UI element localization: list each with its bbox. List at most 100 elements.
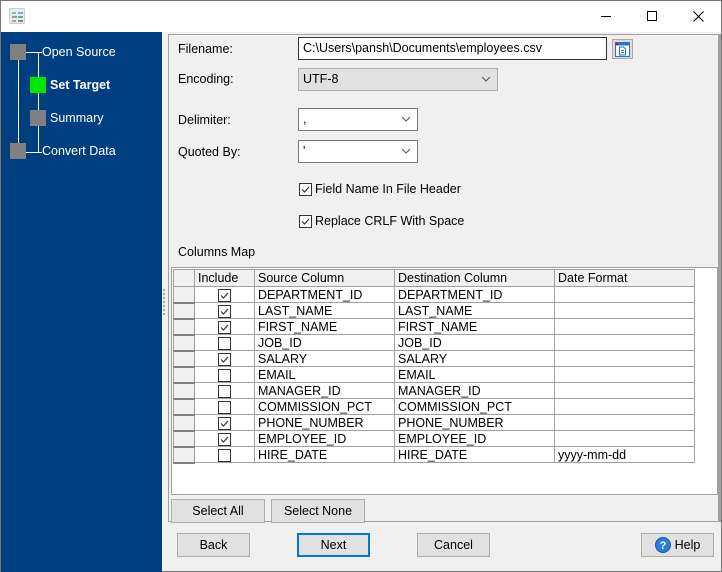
help-button[interactable]: ? Help xyxy=(641,533,714,557)
destination-column-cell[interactable]: HIRE_DATE xyxy=(394,446,555,463)
table-row[interactable]: EMAIL EMAIL xyxy=(173,366,695,384)
source-column-cell[interactable]: JOB_ID xyxy=(254,334,395,351)
source-column-cell[interactable]: EMPLOYEE_ID xyxy=(254,430,395,447)
include-cell[interactable] xyxy=(194,382,255,399)
include-checkbox[interactable] xyxy=(218,288,231,302)
table-row[interactable]: JOB_ID JOB_ID xyxy=(173,334,695,352)
table-row[interactable]: HIRE_DATE HIRE_DATE yyyy-mm-dd xyxy=(173,446,695,464)
back-button[interactable]: Back xyxy=(177,533,250,557)
title-bar[interactable] xyxy=(1,1,721,32)
row-header[interactable] xyxy=(173,318,195,336)
include-cell[interactable] xyxy=(194,334,255,351)
destination-column-cell[interactable]: FIRST_NAME xyxy=(394,318,555,335)
row-header[interactable] xyxy=(173,286,195,304)
cancel-button[interactable]: Cancel xyxy=(417,533,490,557)
destination-column-cell[interactable]: COMMISSION_PCT xyxy=(394,398,555,415)
include-checkbox[interactable] xyxy=(218,304,231,318)
source-column-cell[interactable]: COMMISSION_PCT xyxy=(254,398,395,415)
close-button[interactable] xyxy=(675,1,721,32)
date-format-cell[interactable] xyxy=(554,286,695,303)
include-checkbox[interactable] xyxy=(218,384,231,398)
filename-input[interactable]: C:\Users\pansh\Documents\employees.csv xyxy=(298,37,607,60)
include-checkbox[interactable] xyxy=(218,432,231,446)
source-column-cell[interactable]: LAST_NAME xyxy=(254,302,395,319)
include-checkbox[interactable] xyxy=(218,352,231,366)
include-checkbox[interactable] xyxy=(218,368,231,382)
include-cell[interactable] xyxy=(194,318,255,335)
table-row[interactable]: EMPLOYEE_ID EMPLOYEE_ID xyxy=(173,430,695,448)
destination-column-cell[interactable]: MANAGER_ID xyxy=(394,382,555,399)
columns-map-grid[interactable]: Include Source Column Destination Column… xyxy=(171,267,718,495)
quoted-by-select[interactable]: ' xyxy=(298,140,418,163)
date-format-cell[interactable] xyxy=(554,334,695,351)
date-format-cell[interactable] xyxy=(554,414,695,431)
minimize-button[interactable] xyxy=(583,1,629,32)
include-cell[interactable] xyxy=(194,446,255,463)
select-none-button[interactable]: Select None xyxy=(271,499,365,523)
include-cell[interactable] xyxy=(194,430,255,447)
next-button[interactable]: Next xyxy=(297,533,370,557)
delimiter-select[interactable]: , xyxy=(298,108,418,131)
row-header[interactable] xyxy=(173,382,195,400)
destination-column-cell[interactable]: EMPLOYEE_ID xyxy=(394,430,555,447)
row-header[interactable] xyxy=(173,414,195,432)
row-header[interactable] xyxy=(173,350,195,368)
include-checkbox[interactable] xyxy=(218,416,231,430)
maximize-button[interactable] xyxy=(629,1,675,32)
source-column-cell[interactable]: HIRE_DATE xyxy=(254,446,395,463)
destination-column-cell[interactable]: PHONE_NUMBER xyxy=(394,414,555,431)
column-header-include[interactable]: Include xyxy=(194,269,255,287)
row-header[interactable] xyxy=(173,302,195,320)
destination-column-cell[interactable]: LAST_NAME xyxy=(394,302,555,319)
select-all-button[interactable]: Select All xyxy=(171,499,265,523)
date-format-cell[interactable] xyxy=(554,430,695,447)
source-column-cell[interactable]: EMAIL xyxy=(254,366,395,383)
field-name-header-label[interactable]: Field Name In File Header xyxy=(315,182,461,196)
source-column-cell[interactable]: DEPARTMENT_ID xyxy=(254,286,395,303)
destination-column-cell[interactable]: DEPARTMENT_ID xyxy=(394,286,555,303)
destination-column-cell[interactable]: JOB_ID xyxy=(394,334,555,351)
date-format-cell[interactable] xyxy=(554,318,695,335)
source-column-cell[interactable]: MANAGER_ID xyxy=(254,382,395,399)
include-cell[interactable] xyxy=(194,302,255,319)
include-checkbox[interactable] xyxy=(218,320,231,334)
include-cell[interactable] xyxy=(194,414,255,431)
row-header[interactable] xyxy=(173,334,195,352)
splitter-grip[interactable] xyxy=(163,289,166,317)
include-checkbox[interactable] xyxy=(218,448,231,462)
column-header-destination[interactable]: Destination Column xyxy=(394,269,555,287)
include-cell[interactable] xyxy=(194,366,255,383)
table-row[interactable]: DEPARTMENT_ID DEPARTMENT_ID xyxy=(173,286,695,304)
source-column-cell[interactable]: PHONE_NUMBER xyxy=(254,414,395,431)
source-column-cell[interactable]: FIRST_NAME xyxy=(254,318,395,335)
date-format-cell[interactable] xyxy=(554,382,695,399)
destination-column-cell[interactable]: EMAIL xyxy=(394,366,555,383)
date-format-cell[interactable] xyxy=(554,302,695,319)
row-header[interactable] xyxy=(173,430,195,448)
browse-file-button[interactable] xyxy=(612,39,633,59)
table-row[interactable]: COMMISSION_PCT COMMISSION_PCT xyxy=(173,398,695,416)
table-row[interactable]: LAST_NAME LAST_NAME xyxy=(173,302,695,320)
date-format-cell[interactable] xyxy=(554,366,695,383)
table-row[interactable]: FIRST_NAME FIRST_NAME xyxy=(173,318,695,336)
row-header[interactable] xyxy=(173,446,195,464)
replace-crlf-label[interactable]: Replace CRLF With Space xyxy=(315,214,464,228)
replace-crlf-checkbox[interactable] xyxy=(299,215,312,228)
encoding-select[interactable]: UTF-8 xyxy=(298,68,498,91)
source-column-cell[interactable]: SALARY xyxy=(254,350,395,367)
date-format-cell[interactable] xyxy=(554,350,695,367)
column-header-source[interactable]: Source Column xyxy=(254,269,395,287)
date-format-cell[interactable] xyxy=(554,398,695,415)
include-checkbox[interactable] xyxy=(218,400,231,414)
table-row[interactable]: MANAGER_ID MANAGER_ID xyxy=(173,382,695,400)
destination-column-cell[interactable]: SALARY xyxy=(394,350,555,367)
row-header[interactable] xyxy=(173,398,195,416)
table-row[interactable]: SALARY SALARY xyxy=(173,350,695,368)
column-header-date-format[interactable]: Date Format xyxy=(554,269,695,287)
include-cell[interactable] xyxy=(194,398,255,415)
date-format-cell[interactable]: yyyy-mm-dd xyxy=(554,446,695,463)
include-cell[interactable] xyxy=(194,286,255,303)
row-header[interactable] xyxy=(173,366,195,384)
table-row[interactable]: PHONE_NUMBER PHONE_NUMBER xyxy=(173,414,695,432)
field-name-header-checkbox[interactable] xyxy=(299,183,312,196)
